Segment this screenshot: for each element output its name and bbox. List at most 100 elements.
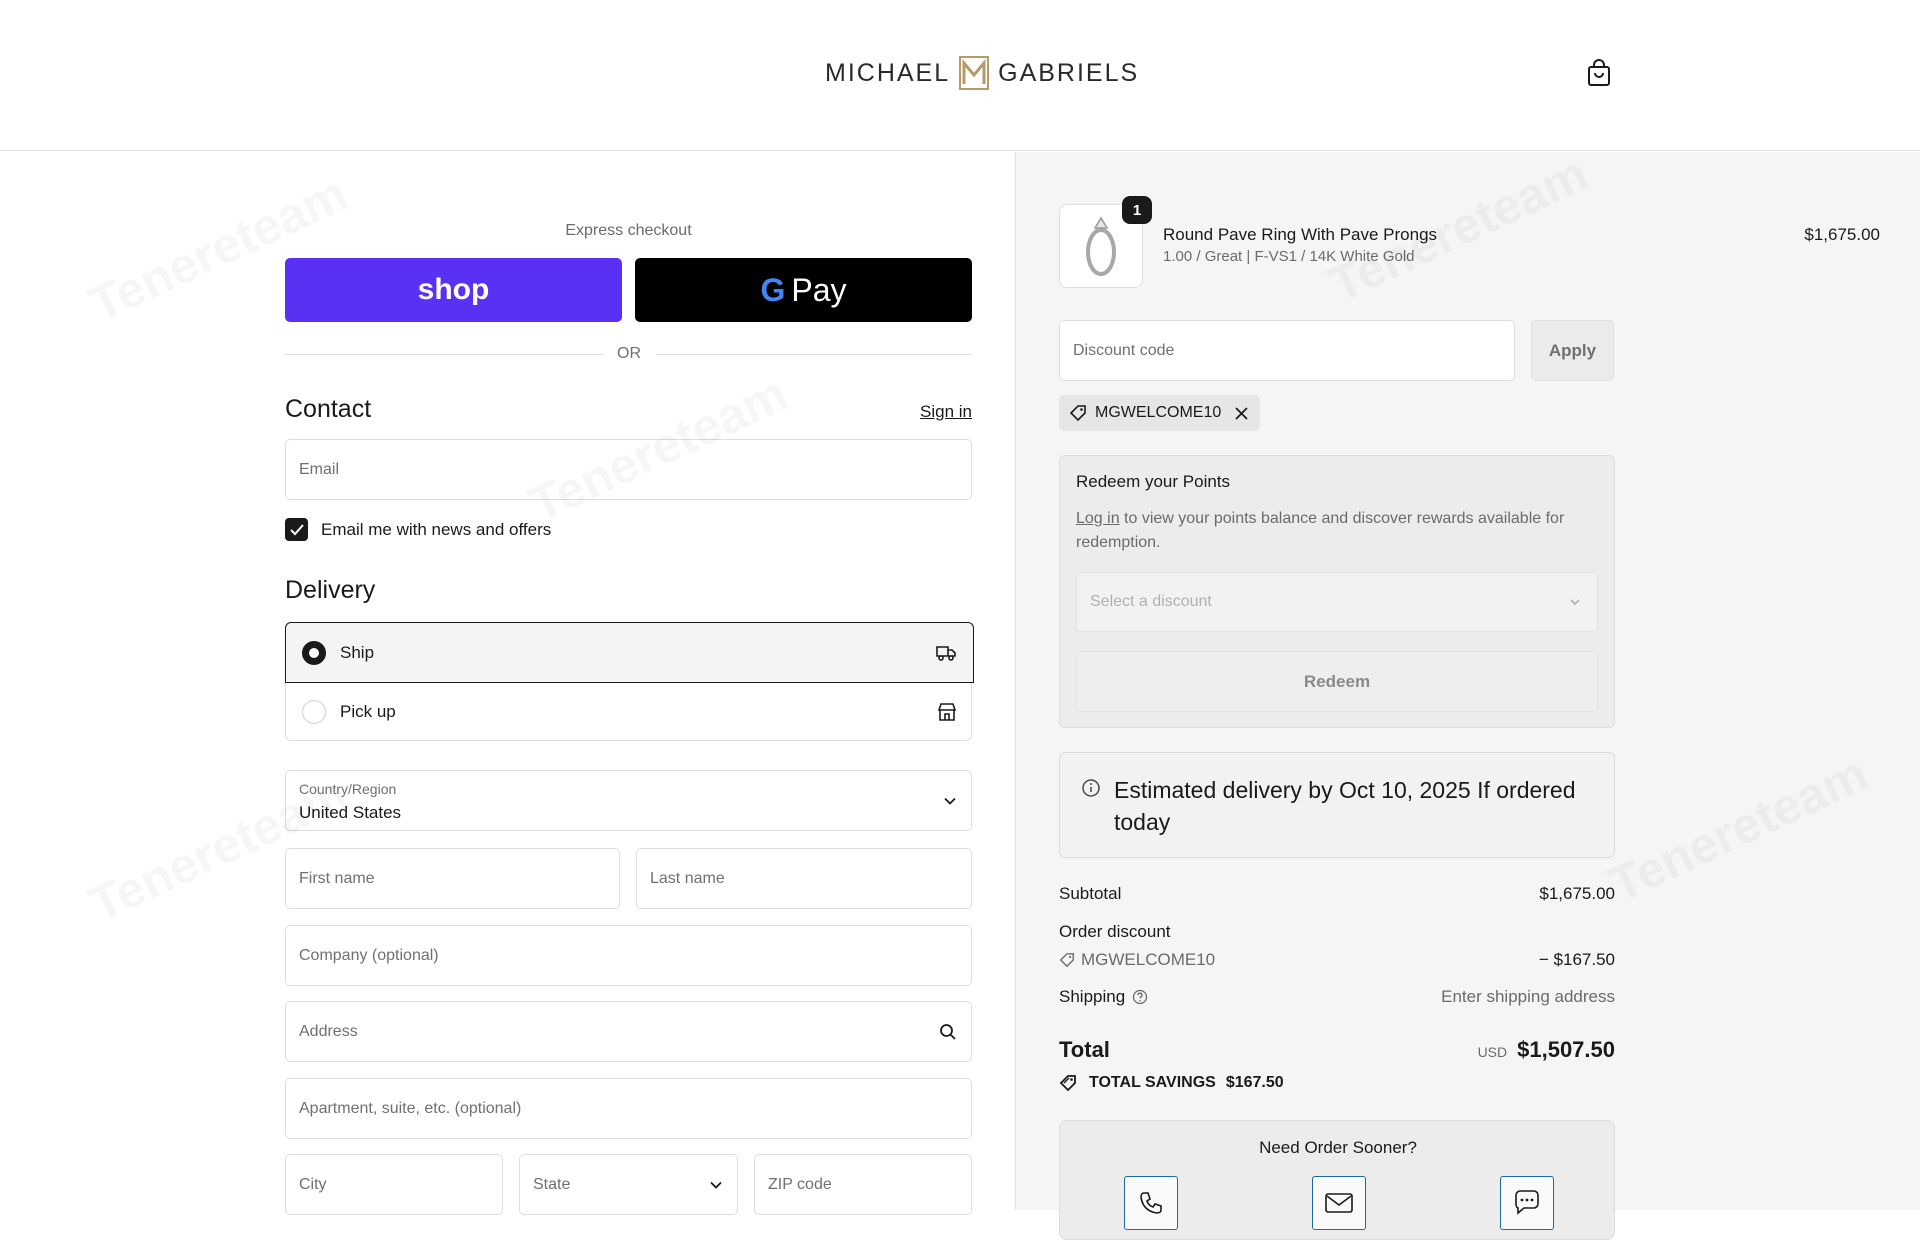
last-name-field[interactable]: Last name [636, 848, 972, 909]
address-placeholder: Address [299, 1022, 358, 1040]
product-price: $1,675.00 [1804, 225, 1880, 244]
country-select[interactable]: Country/Region United States [285, 770, 972, 831]
last-name-placeholder: Last name [650, 869, 725, 887]
email-placeholder: Email [299, 460, 340, 478]
order-discount-value: − $167.50 [1538, 950, 1615, 969]
subtotal-value: $1,675.00 [1539, 884, 1615, 903]
chat-contact-button[interactable] [1500, 1176, 1554, 1230]
country-value: United States [299, 803, 402, 822]
order-discount-code-row: MGWELCOME10 − $167.50 [1059, 950, 1615, 973]
company-placeholder: Company (optional) [299, 946, 439, 964]
discount-select[interactable]: Select a discount [1076, 572, 1598, 632]
divider-line-left [285, 354, 603, 355]
site-header: MICHAEL GABRIELS [0, 0, 1920, 151]
ship-label: Ship [340, 642, 375, 662]
subtotal-label: Subtotal [1059, 884, 1122, 903]
zip-placeholder: ZIP code [768, 1175, 832, 1193]
news-checkbox[interactable] [285, 518, 308, 541]
apartment-placeholder: Apartment, suite, etc. (optional) [299, 1099, 522, 1117]
apartment-field[interactable]: Apartment, suite, etc. (optional) [285, 1078, 972, 1139]
news-opt-in[interactable]: Email me with news and offers [285, 518, 551, 541]
divider-line-right [656, 354, 972, 355]
help-icon[interactable] [1132, 989, 1148, 1005]
email-field[interactable]: Email [285, 439, 972, 500]
estimated-delivery-panel: Estimated delivery by Oct 10, 2025 If or… [1059, 752, 1615, 858]
first-name-field[interactable]: First name [285, 848, 620, 909]
contact-heading: Contact [285, 395, 372, 423]
zip-field[interactable]: ZIP code [754, 1154, 972, 1215]
news-label: Email me with news and offers [321, 519, 552, 539]
product-variant: 1.00 / Great | F-VS1 / 14K White Gold [1163, 248, 1415, 265]
first-name-placeholder: First name [299, 869, 375, 887]
order-discount-code: MGWELCOME10 [1081, 950, 1216, 969]
applied-discount-tag: MGWELCOME10 [1059, 395, 1261, 431]
country-label: Country/Region [299, 781, 397, 797]
redeem-button[interactable]: Redeem [1076, 651, 1598, 712]
total-savings-label: TOTAL SAVINGS [1089, 1074, 1216, 1091]
discount-placeholder: Discount code [1073, 341, 1175, 359]
chevron-down-icon [944, 797, 956, 805]
delivery-method-group: Ship Pick up [285, 622, 974, 742]
express-checkout-label: Express checkout [565, 222, 692, 239]
checkmark-icon [289, 523, 304, 535]
delivery-heading: Delivery [285, 576, 376, 604]
redeem-description: Log in to view your points balance and d… [1076, 507, 1606, 555]
total-savings-row: TOTAL SAVINGS $167.50 [1059, 1074, 1615, 1092]
sign-in-link[interactable]: Sign in [920, 402, 972, 422]
pickup-radio[interactable] [302, 700, 326, 724]
google-pay-button[interactable]: G Pay [635, 258, 972, 322]
need-order-sooner-title: Need Order Sooner? [1259, 1138, 1417, 1157]
brand-name-right: GABRIELS [998, 58, 1140, 87]
checkout-form-column: Express checkout shop G Pay OR Contact S… [0, 152, 1015, 1215]
state-select[interactable]: State [519, 1154, 738, 1215]
discount-code-input[interactable]: Discount code [1059, 320, 1515, 381]
shop-pay-button[interactable]: shop [285, 258, 622, 322]
total-savings-value: $167.50 [1225, 1074, 1284, 1091]
info-icon [1082, 779, 1100, 797]
shopping-bag-icon [1588, 59, 1610, 86]
chevron-down-icon [710, 1181, 722, 1189]
city-field[interactable]: City [285, 1154, 503, 1215]
total-value: $1,507.50 [1517, 1037, 1615, 1062]
brand-name-left: MICHAEL [825, 58, 951, 87]
chevron-down-icon [1570, 599, 1580, 606]
discount-select-placeholder: Select a discount [1090, 593, 1212, 610]
delivery-option-pickup[interactable]: Pick up [286, 682, 973, 742]
apply-discount-button[interactable]: Apply [1531, 320, 1614, 381]
redeem-description-text: to view your points balance and discover… [1076, 510, 1565, 551]
applied-code-label: MGWELCOME10 [1095, 404, 1222, 421]
remove-code-close-icon[interactable] [1235, 406, 1248, 420]
delivery-option-ship[interactable]: Ship [285, 622, 974, 683]
city-placeholder: City [299, 1175, 327, 1193]
redeem-points-panel: Redeem your Points Log in to view your p… [1059, 455, 1615, 728]
estimated-delivery-text: Estimated delivery by Oct 10, 2025 If or… [1114, 777, 1576, 835]
log-in-link[interactable]: Log in [1076, 510, 1120, 527]
order-discount-row: Order discount [1059, 922, 1615, 942]
total-label: Total [1059, 1037, 1110, 1062]
mail-icon [1325, 1193, 1353, 1213]
brand-logo[interactable]: MICHAEL GABRIELS [825, 56, 1139, 90]
brand-monogram-icon [958, 56, 990, 90]
address-field[interactable]: Address [285, 1001, 972, 1062]
shop-pay-label: shop [417, 273, 490, 306]
order-summary-column: 1 Round Pave Ring With Pave Prongs 1.00 … [1015, 152, 1920, 1240]
redeem-title: Redeem your Points [1076, 472, 1231, 491]
shipping-label: Shipping [1059, 987, 1126, 1006]
product-name: Round Pave Ring With Pave Prongs [1163, 225, 1438, 244]
company-field[interactable]: Company (optional) [285, 925, 972, 986]
quantity-badge: 1 [1122, 196, 1152, 224]
truck-icon [936, 645, 956, 661]
total-row: Total USD $1,507.50 [1059, 1037, 1615, 1069]
store-icon [937, 703, 957, 721]
cart-button[interactable] [1586, 59, 1612, 87]
ship-radio[interactable] [302, 640, 326, 665]
phone-icon [1140, 1192, 1162, 1214]
phone-contact-button[interactable] [1124, 1176, 1178, 1230]
or-label: OR [617, 345, 641, 362]
subtotal-row: Subtotal $1,675.00 [1059, 884, 1615, 904]
pickup-label: Pick up [340, 702, 396, 721]
savings-tag-icon [1059, 1075, 1076, 1092]
search-icon [940, 1023, 956, 1040]
email-contact-button[interactable] [1312, 1176, 1366, 1230]
shipping-row: Shipping Enter shipping address [1059, 987, 1615, 1007]
